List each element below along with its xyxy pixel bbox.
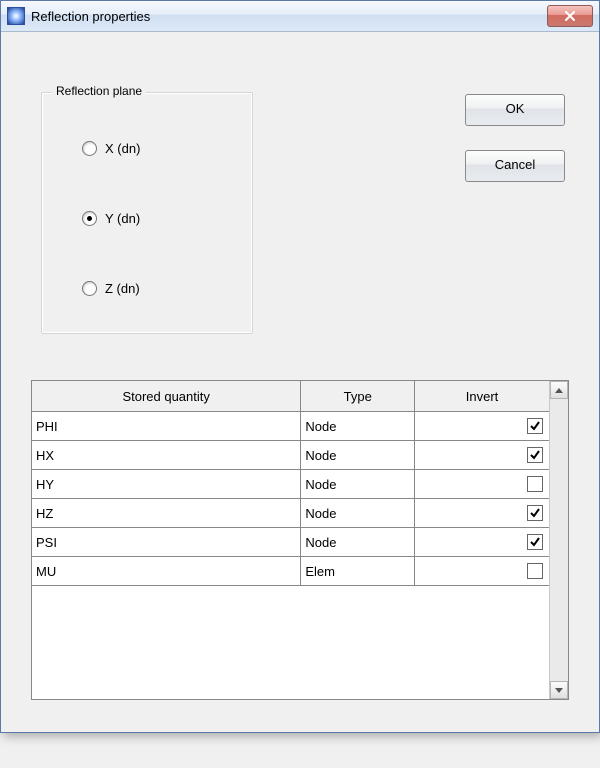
cell-type: Elem bbox=[301, 557, 415, 586]
table-row[interactable]: PHINode bbox=[32, 412, 549, 441]
invert-checkbox[interactable] bbox=[527, 447, 543, 463]
col-type[interactable]: Type bbox=[301, 381, 415, 412]
cell-type: Node bbox=[301, 528, 415, 557]
table-header-row: Stored quantity Type Invert bbox=[32, 381, 549, 412]
radio-x[interactable]: X (dn) bbox=[82, 141, 140, 156]
table-row[interactable]: HXNode bbox=[32, 441, 549, 470]
col-invert[interactable]: Invert bbox=[415, 381, 549, 412]
invert-checkbox[interactable] bbox=[527, 418, 543, 434]
scroll-down-button[interactable] bbox=[550, 681, 568, 699]
cell-stored-quantity: MU bbox=[32, 557, 301, 586]
table-row[interactable]: HYNode bbox=[32, 470, 549, 499]
table-row[interactable]: PSINode bbox=[32, 528, 549, 557]
invert-checkbox[interactable] bbox=[527, 505, 543, 521]
app-icon bbox=[7, 7, 25, 25]
cell-invert bbox=[415, 528, 549, 557]
close-icon bbox=[564, 11, 576, 21]
radio-label: Z (dn) bbox=[105, 281, 140, 296]
cell-type: Node bbox=[301, 441, 415, 470]
table-row[interactable]: MUElem bbox=[32, 557, 549, 586]
radio-y[interactable]: Y (dn) bbox=[82, 211, 140, 226]
cell-invert bbox=[415, 470, 549, 499]
cell-invert bbox=[415, 557, 549, 586]
radio-z[interactable]: Z (dn) bbox=[82, 281, 140, 296]
cell-stored-quantity: PSI bbox=[32, 528, 301, 557]
radio-icon bbox=[82, 141, 97, 156]
dialog-window: Reflection properties Reflection plane X… bbox=[0, 0, 600, 733]
radio-label: Y (dn) bbox=[105, 211, 140, 226]
cancel-button[interactable]: Cancel bbox=[465, 150, 565, 182]
invert-checkbox[interactable] bbox=[527, 534, 543, 550]
reflection-plane-group: Reflection plane X (dn) Y (dn) Z (dn) bbox=[41, 92, 253, 334]
vertical-scrollbar[interactable] bbox=[549, 381, 568, 699]
cell-stored-quantity: HY bbox=[32, 470, 301, 499]
invert-checkbox[interactable] bbox=[527, 563, 543, 579]
titlebar[interactable]: Reflection properties bbox=[1, 1, 599, 32]
radio-label: X (dn) bbox=[105, 141, 140, 156]
cell-invert bbox=[415, 441, 549, 470]
col-stored-quantity[interactable]: Stored quantity bbox=[32, 381, 301, 412]
cell-stored-quantity: HZ bbox=[32, 499, 301, 528]
cell-stored-quantity: HX bbox=[32, 441, 301, 470]
scroll-up-button[interactable] bbox=[550, 381, 568, 399]
quantity-table: Stored quantity Type Invert PHINodeHXNod… bbox=[32, 381, 549, 699]
ok-button[interactable]: OK bbox=[465, 94, 565, 126]
cell-stored-quantity: PHI bbox=[32, 412, 301, 441]
quantity-table-container: Stored quantity Type Invert PHINodeHXNod… bbox=[31, 380, 569, 700]
radio-icon bbox=[82, 211, 97, 226]
cell-type: Node bbox=[301, 499, 415, 528]
table-row[interactable]: HZNode bbox=[32, 499, 549, 528]
close-button[interactable] bbox=[547, 5, 593, 27]
cell-type: Node bbox=[301, 470, 415, 499]
invert-checkbox[interactable] bbox=[527, 476, 543, 492]
client-area: Reflection plane X (dn) Y (dn) Z (dn) OK… bbox=[1, 32, 599, 732]
groupbox-title: Reflection plane bbox=[52, 84, 146, 98]
cell-invert bbox=[415, 499, 549, 528]
radio-icon bbox=[82, 281, 97, 296]
cell-type: Node bbox=[301, 412, 415, 441]
cell-invert bbox=[415, 412, 549, 441]
window-title: Reflection properties bbox=[31, 9, 150, 24]
